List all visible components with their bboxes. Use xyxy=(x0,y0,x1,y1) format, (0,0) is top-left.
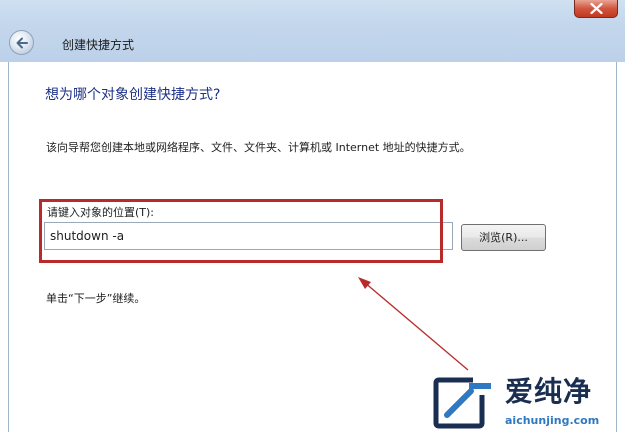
watermark-logo-icon xyxy=(433,377,491,429)
watermark-url: aichunjing.com xyxy=(505,414,600,427)
watermark-title: 爱纯净 xyxy=(505,375,593,408)
annotation-arrow xyxy=(358,277,469,371)
